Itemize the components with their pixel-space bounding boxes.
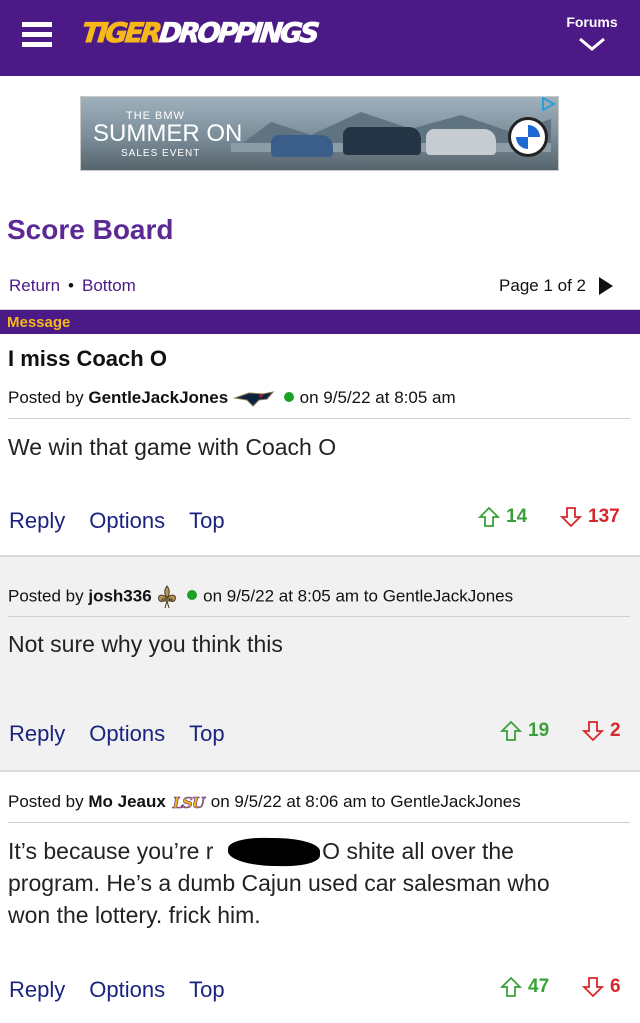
next-page-icon[interactable] <box>599 277 613 295</box>
top-link[interactable]: Top <box>189 977 224 1002</box>
post-separator <box>0 770 640 772</box>
post-body-text: It’s because you’re r <box>8 838 214 864</box>
downvote-button[interactable]: 2 <box>582 720 621 742</box>
logo-tiger-text: TIGER <box>80 18 162 50</box>
post-date: on 9/5/22 at 8:06 am to GentleJackJones <box>210 792 521 811</box>
car-image <box>343 127 421 155</box>
bmw-logo-icon <box>508 117 548 157</box>
car-image <box>271 135 333 157</box>
downvote-count: 6 <box>610 976 621 997</box>
arrow-down-icon <box>560 507 582 528</box>
post-body-line: won the lottery. frick him. <box>8 902 261 928</box>
post-actions: Reply Options Top <box>9 977 249 1003</box>
pelicans-logo-icon <box>232 390 275 407</box>
separator-dot: • <box>68 276 74 295</box>
posted-by-label: Posted by <box>8 586 84 606</box>
reply-button[interactable]: Reply <box>9 977 65 1002</box>
divider <box>8 822 630 823</box>
post-actions: Reply Options Top <box>9 721 249 747</box>
bottom-link[interactable]: Bottom <box>82 276 136 295</box>
downvote-count: 2 <box>610 720 621 741</box>
top-link[interactable]: Top <box>189 508 224 533</box>
downvote-button[interactable]: 137 <box>560 506 620 528</box>
post-meta: Posted by Mo Jeaux LSU on 9/5/22 at 8:06… <box>8 792 521 812</box>
divider <box>8 616 630 617</box>
ad-choices-icon[interactable] <box>540 97 556 111</box>
author-name[interactable]: josh336 <box>88 586 151 605</box>
forums-dropdown[interactable]: Forums <box>562 14 622 52</box>
post-meta: Posted by josh336 on 9/5/22 at 8:05 am t… <box>8 585 513 609</box>
post-date: on 9/5/22 at 8:05 am <box>299 388 456 407</box>
chevron-down-icon <box>579 37 605 51</box>
arrow-up-icon <box>478 506 500 527</box>
upvote-button[interactable]: 19 <box>500 720 549 742</box>
message-header-bar: Message <box>0 309 640 334</box>
advertisement-banner[interactable]: THE BMW SUMMER ON SALES EVENT <box>80 96 559 171</box>
board-title: Score Board <box>7 214 174 245</box>
options-button[interactable]: Options <box>89 508 165 533</box>
post-body-text: . O shite all over the <box>309 838 514 864</box>
arrow-up-icon <box>500 976 522 997</box>
reply-button[interactable]: Reply <box>9 721 65 746</box>
fleur-de-lis-icon <box>158 585 177 609</box>
post-actions: Reply Options Top <box>9 508 249 534</box>
author-name[interactable]: GentleJackJones <box>88 388 228 407</box>
options-button[interactable]: Options <box>89 977 165 1002</box>
return-link[interactable]: Return <box>9 276 60 295</box>
post-body: We win that game with Coach O <box>8 434 337 460</box>
upvote-count: 19 <box>528 720 550 741</box>
logo-droppings-text: DROPPINGS <box>157 18 319 50</box>
board-nav: Return • Bottom <box>9 276 136 296</box>
car-image <box>426 129 496 155</box>
upvote-button[interactable]: 14 <box>478 506 527 528</box>
post-date: on 9/5/22 at 8:05 am to GentleJackJones <box>203 586 514 606</box>
online-status-icon <box>283 392 294 402</box>
thread-title: I miss Coach O <box>8 346 167 371</box>
arrow-down-icon <box>582 977 604 998</box>
downvote-count: 137 <box>588 506 620 527</box>
upvote-count: 47 <box>528 976 550 997</box>
top-bar: TIGERDROPPINGS Forums <box>0 0 640 76</box>
site-logo[interactable]: TIGERDROPPINGS <box>80 18 319 50</box>
downvote-button[interactable]: 6 <box>582 976 621 998</box>
upvote-count: 14 <box>506 506 528 527</box>
menu-icon[interactable] <box>22 22 52 48</box>
author-name[interactable]: Mo Jeaux <box>88 792 165 811</box>
divider <box>8 418 630 419</box>
ad-line2: SUMMER ON <box>93 120 243 147</box>
post-meta: Posted by GentleJackJones on 9/5/22 at 8… <box>8 388 456 408</box>
page-indicator: Page 1 of 2 <box>499 276 586 295</box>
reply-button[interactable]: Reply <box>9 508 65 533</box>
options-button[interactable]: Options <box>89 721 165 746</box>
top-link[interactable]: Top <box>189 721 224 746</box>
upvote-button[interactable]: 47 <box>500 976 549 998</box>
message-label: Message <box>7 314 71 331</box>
post-body: Not sure why you think this <box>8 631 283 657</box>
forums-label: Forums <box>566 14 618 30</box>
online-status-icon <box>187 590 198 601</box>
arrow-up-icon <box>500 720 522 741</box>
ad-line3: SALES EVENT <box>121 148 201 159</box>
post-body-line: program. He’s a dumb Cajun used car sale… <box>8 870 550 896</box>
lsu-logo-icon: LSU <box>172 793 205 812</box>
posted-by-label: Posted by <box>8 792 84 811</box>
arrow-down-icon <box>582 721 604 742</box>
posted-by-label: Posted by <box>8 388 84 407</box>
